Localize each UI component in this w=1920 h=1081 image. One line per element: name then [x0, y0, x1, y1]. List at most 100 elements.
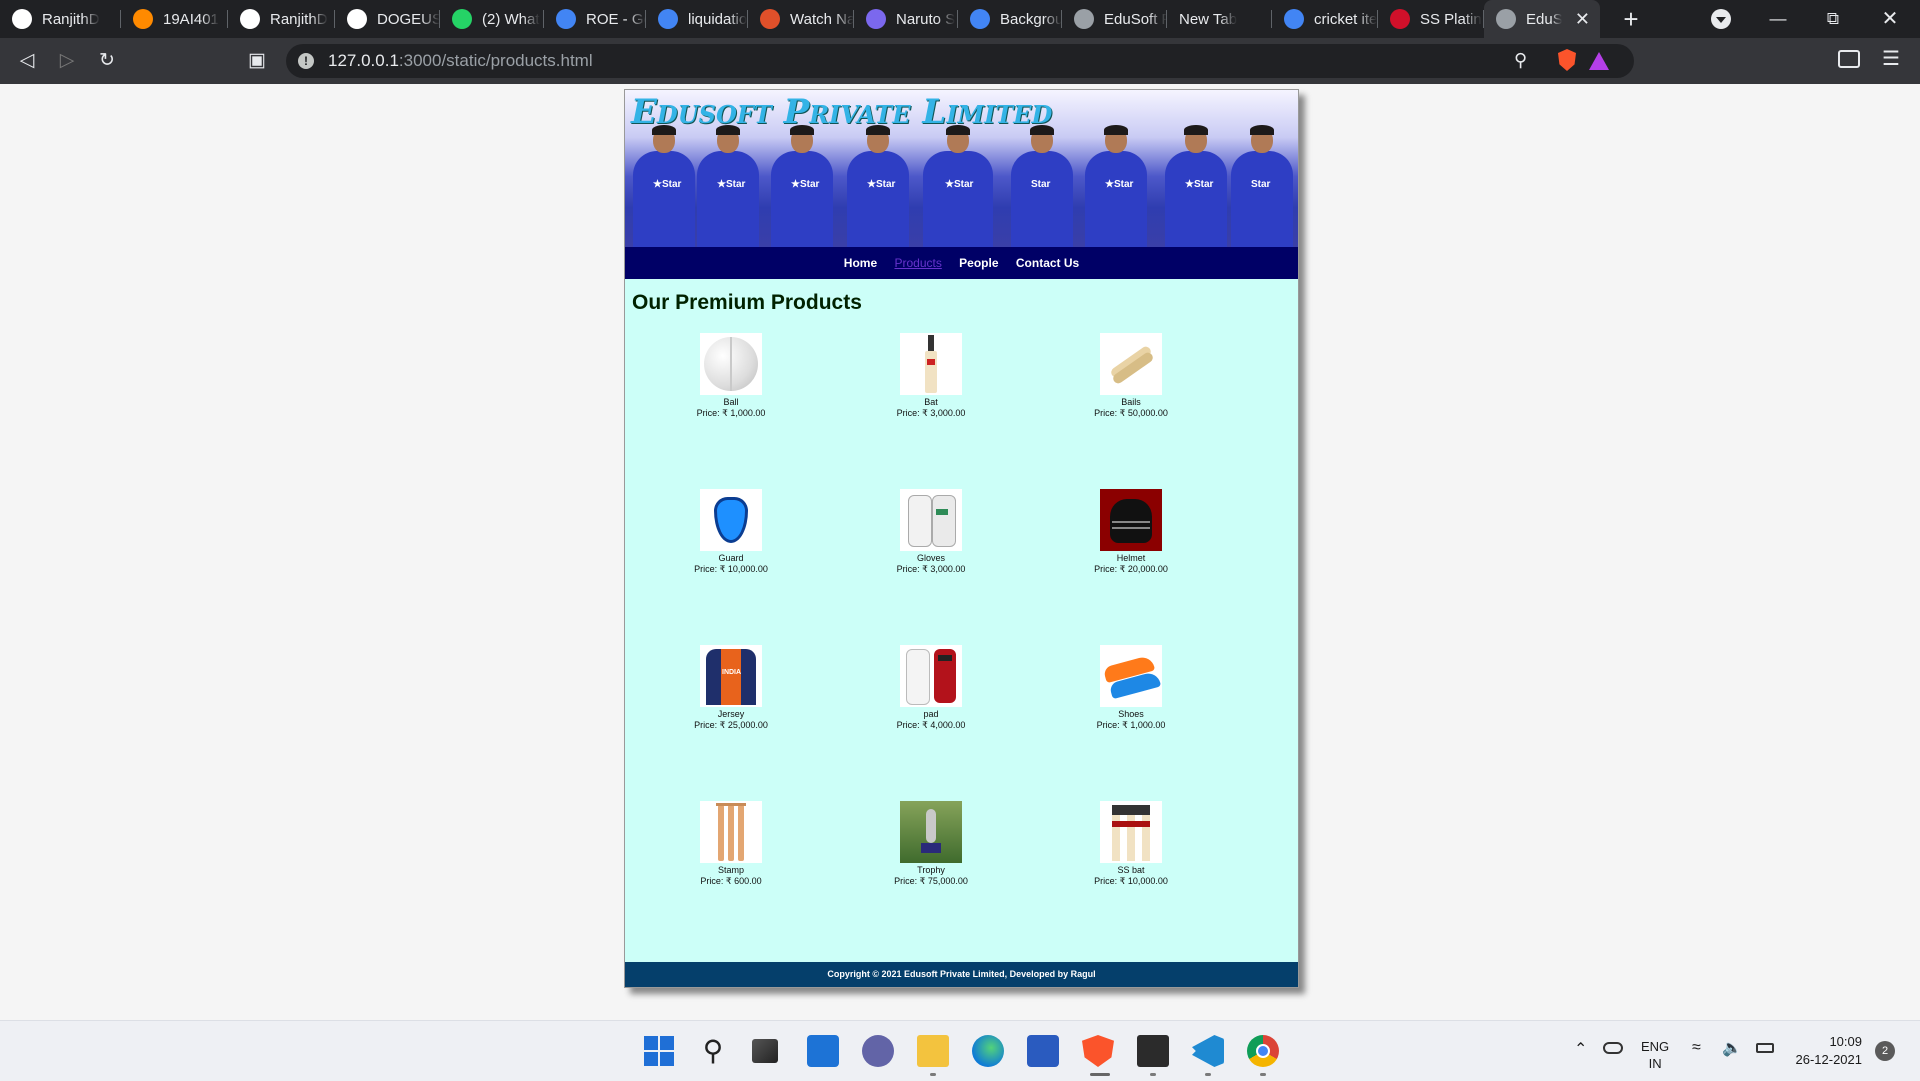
tab-title: ROE - Go	[586, 10, 646, 28]
banner: ★Star ★Star ★Star ★Star ★Star Star ★Star…	[625, 90, 1298, 247]
url-host: 127.0.0.1	[328, 51, 399, 70]
ns-icon	[866, 9, 886, 29]
vscode-icon[interactable]	[1192, 1035, 1224, 1067]
browser-tab[interactable]: SS Platin	[1378, 0, 1484, 38]
browser-tab[interactable]: Naruto S	[854, 0, 958, 38]
close-window-button[interactable]: ✕	[1870, 6, 1910, 32]
chrome-icon[interactable]	[1247, 1035, 1279, 1067]
tab-search-icon[interactable]	[1711, 9, 1731, 29]
page-viewport: ★Star ★Star ★Star ★Star ★Star Star ★Star…	[0, 84, 1920, 1020]
product-price: Price: ₹ 1,000.00	[696, 408, 766, 418]
close-tab-icon[interactable]: ✕	[1575, 9, 1590, 30]
browser-tab[interactable]: RanjithD	[0, 0, 121, 38]
tab-strip: RanjithD 19AI401 RanjithD DOGEUS (2) What ROE…	[0, 0, 1920, 38]
product-card: pad Price: ₹ 4,000.00	[851, 645, 1011, 731]
tradingview-icon	[347, 9, 367, 29]
search-icon[interactable]: ⚲	[697, 1035, 729, 1067]
restore-button[interactable]: ⧉	[1813, 6, 1853, 32]
terminal-icon[interactable]	[1137, 1035, 1169, 1067]
product-name: Gloves	[916, 553, 945, 563]
browser-tab[interactable]: Watch Na	[748, 0, 854, 38]
back-icon[interactable]: ◁	[14, 48, 40, 74]
browser-tab[interactable]: (2) What	[440, 0, 544, 38]
google-icon	[1284, 9, 1304, 29]
product-card: Shoes Price: ₹ 1,000.00	[1051, 645, 1211, 731]
helmet-image	[1100, 489, 1162, 551]
running-indicator	[930, 1073, 936, 1076]
product-name: SS bat	[1117, 865, 1145, 875]
browser-tab[interactable]: Backgrou	[958, 0, 1062, 38]
url-text[interactable]: 127.0.0.1:3000/static/products.html	[328, 51, 593, 71]
product-name: Bat	[924, 397, 938, 407]
brave-icon[interactable]	[1082, 1035, 1114, 1067]
notification-badge[interactable]: 2	[1875, 1041, 1895, 1061]
product-name: Ball	[723, 397, 739, 407]
language-text: ENG	[1641, 1039, 1670, 1054]
widgets-icon[interactable]	[807, 1035, 839, 1067]
tab-title: RanjithD	[42, 10, 100, 28]
wifi-icon[interactable]: ≈	[1692, 1039, 1701, 1057]
show-hidden-icons-chevron-icon[interactable]: ⌃	[1574, 1039, 1587, 1059]
browser-tab[interactable]: 19AI401	[121, 0, 228, 38]
product-name: Stamp	[717, 865, 744, 875]
medium-icon	[133, 9, 153, 29]
volume-icon[interactable]: 🔈	[1722, 1038, 1742, 1058]
nav-contact-us[interactable]: Contact Us	[1016, 256, 1079, 270]
menu-icon[interactable]: ☰	[1882, 46, 1900, 71]
tab-title: (2) What	[482, 10, 540, 28]
file-explorer-icon[interactable]	[917, 1035, 949, 1067]
browser-tab[interactable]: RanjithD	[228, 0, 335, 38]
browser-tab[interactable]: liquidatio	[646, 0, 748, 38]
minimize-button[interactable]: —	[1758, 6, 1798, 32]
banner-player: ★Star	[633, 125, 695, 247]
browser-tab[interactable]: EduSoft P	[1062, 0, 1167, 38]
product-card: Trophy Price: ₹ 75,000.00	[851, 801, 1011, 887]
product-name: Jersey	[717, 709, 745, 719]
brave-shield-icon[interactable]	[1558, 49, 1576, 71]
product-price: Price: ₹ 25,000.00	[694, 720, 768, 730]
tab-title: 19AI401	[163, 10, 219, 28]
tab-title: RanjithD	[270, 10, 328, 28]
store-icon[interactable]	[1027, 1035, 1059, 1067]
bookmark-icon[interactable]: ▣	[244, 48, 270, 74]
start-icon[interactable]	[643, 1035, 675, 1067]
tab-title: EduSoft P	[1104, 10, 1167, 28]
wallet-icon[interactable]	[1838, 50, 1860, 68]
browser-tab[interactable]: cricket ite	[1272, 0, 1378, 38]
site-info-icon[interactable]: !	[298, 53, 314, 69]
product-price: Price: ₹ 50,000.00	[1094, 408, 1168, 418]
battery-icon[interactable]	[1756, 1043, 1774, 1053]
onedrive-icon[interactable]	[1603, 1042, 1623, 1054]
cricket-ball-image	[700, 333, 762, 395]
trophy-image	[900, 801, 962, 863]
language-indicator[interactable]: ENG IN	[1641, 1039, 1669, 1073]
nav-people[interactable]: People	[959, 256, 998, 270]
page-title: Our Premium Products	[632, 291, 862, 314]
new-tab-button[interactable]: +	[1616, 4, 1646, 35]
product-name: pad	[923, 709, 939, 719]
address-bar[interactable]: ! 127.0.0.1:3000/static/products.html ⚲	[286, 44, 1634, 78]
zoom-icon[interactable]: ⚲	[1514, 50, 1536, 72]
bails-image	[1100, 333, 1162, 395]
product-card: Ball Price: ₹ 1,000.00	[651, 333, 811, 419]
reload-icon[interactable]: ↻	[94, 48, 120, 74]
forward-icon[interactable]: ▷	[54, 48, 80, 74]
browser-tab[interactable]: DOGEUS	[335, 0, 440, 38]
browser-tab[interactable]: New Tab	[1167, 0, 1272, 38]
nav-home[interactable]: Home	[844, 256, 877, 270]
product-price: Price: ₹ 20,000.00	[1094, 564, 1168, 574]
browser-tab[interactable]: ROE - Go	[544, 0, 646, 38]
chat-icon[interactable]	[862, 1035, 894, 1067]
clock[interactable]: 10:09 26-12-2021	[1792, 1033, 1863, 1069]
product-price: Price: ₹ 10,000.00	[694, 564, 768, 574]
nav-products[interactable]: Products	[894, 256, 941, 270]
brave-rewards-icon[interactable]	[1589, 52, 1609, 70]
browser-tab[interactable]: EduS ✕	[1484, 0, 1600, 38]
whatsapp-icon	[452, 9, 472, 29]
edge-icon[interactable]	[972, 1035, 1004, 1067]
tab-title: liquidatio	[688, 10, 748, 28]
product-price: Price: ₹ 75,000.00	[894, 876, 968, 886]
task-view-icon[interactable]	[752, 1039, 778, 1063]
github-icon	[12, 9, 32, 29]
tab-title: Backgrou	[1000, 10, 1062, 28]
